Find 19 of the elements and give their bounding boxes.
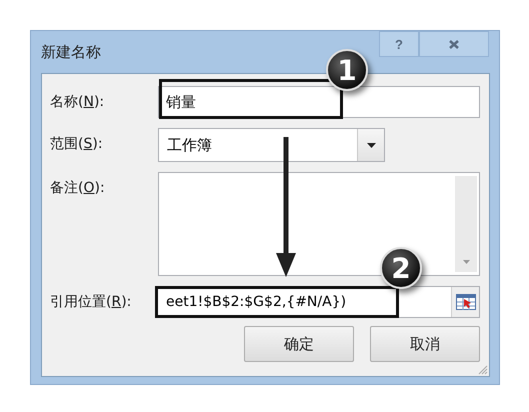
- ok-button[interactable]: 确定: [244, 326, 354, 362]
- field-label: 备注(O):: [50, 179, 106, 197]
- window-title: 新建名称: [41, 42, 101, 62]
- comment-field[interactable]: [158, 172, 480, 276]
- caret-icon: [462, 260, 470, 264]
- close-icon: [449, 40, 459, 48]
- caret-icon: [366, 142, 376, 148]
- collapse-dialog-button[interactable]: [451, 287, 479, 317]
- resize-grip-icon: [478, 365, 488, 375]
- step-number: 1: [326, 49, 368, 91]
- field-label: 范围(S):: [50, 135, 104, 153]
- range-select-icon: [456, 294, 476, 310]
- name-field[interactable]: 销量: [158, 86, 480, 118]
- scope-dropdown[interactable]: 工作簿: [158, 128, 385, 162]
- close-button[interactable]: [419, 31, 489, 57]
- cancel-button[interactable]: 取消: [370, 326, 480, 362]
- field-label: 名称(N):: [50, 93, 106, 111]
- scroll-bar[interactable]: [455, 176, 477, 272]
- field-label: 引用位置(R):: [50, 293, 132, 311]
